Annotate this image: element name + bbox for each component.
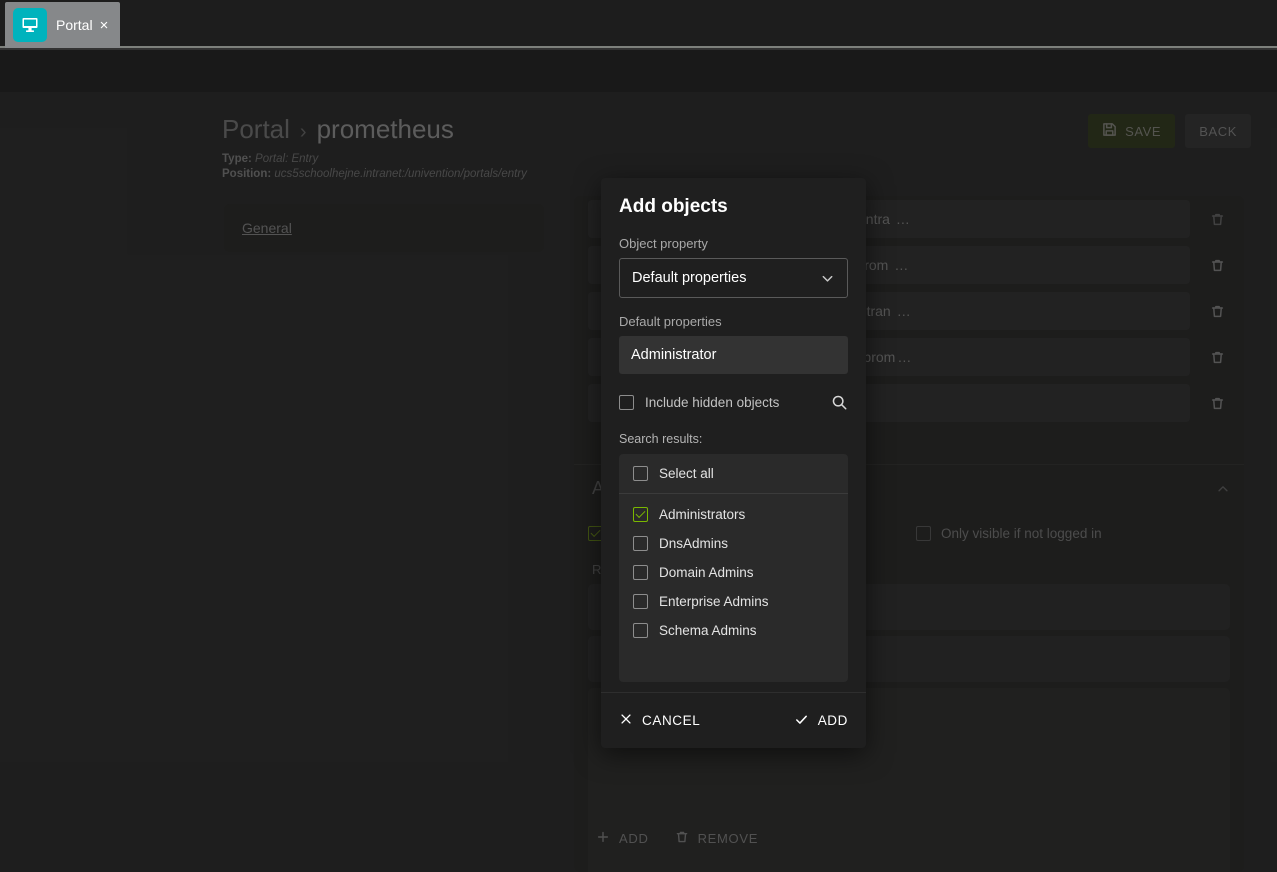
result-checkbox-2[interactable]: [633, 565, 648, 580]
result-checkbox-1[interactable]: [633, 536, 648, 551]
dialog-footer: CANCEL ADD: [601, 692, 866, 748]
dialog-title: Add objects: [619, 196, 728, 217]
dialog-add-button[interactable]: ADD: [794, 712, 848, 730]
result-checkbox-0[interactable]: [633, 507, 648, 522]
close-x-icon: [619, 712, 633, 729]
add-objects-dialog: Add objects Object property Default prop…: [601, 178, 866, 748]
include-hidden-label: Include hidden objects: [645, 394, 780, 410]
object-property-label: Object property: [619, 236, 708, 251]
result-list[interactable]: Administrators DnsAdmins Domain Admins E…: [619, 494, 848, 682]
check-icon: [794, 712, 809, 730]
close-icon[interactable]: ×: [96, 17, 112, 33]
dialog-body: Add objects Object property Default prop…: [601, 178, 866, 692]
select-all-label: Select all: [659, 466, 714, 481]
list-item[interactable]: Domain Admins: [619, 558, 848, 587]
select-all-checkbox[interactable]: [633, 466, 648, 481]
list-item[interactable]: DnsAdmins: [619, 529, 848, 558]
result-label-1: DnsAdmins: [659, 536, 729, 551]
object-property-select[interactable]: Default properties: [619, 258, 848, 298]
cancel-button[interactable]: CANCEL: [619, 712, 700, 729]
search-results-box: Select all Administrators DnsAdmins Doma…: [619, 454, 848, 682]
select-all-row[interactable]: Select all: [619, 454, 848, 494]
list-item[interactable]: Schema Admins: [619, 616, 848, 645]
result-checkbox-3[interactable]: [633, 594, 648, 609]
result-label-0: Administrators: [659, 507, 746, 522]
browser-tab-portal[interactable]: Portal ×: [5, 2, 120, 48]
result-label-3: Enterprise Admins: [659, 594, 769, 609]
browser-tab-strip: Portal ×: [0, 0, 1277, 48]
chevron-down-icon: [820, 271, 835, 286]
list-item[interactable]: Administrators: [619, 500, 848, 529]
default-properties-input[interactable]: [619, 336, 848, 374]
object-property-value: Default properties: [632, 270, 747, 286]
result-label-2: Domain Admins: [659, 565, 754, 580]
result-checkbox-4[interactable]: [633, 623, 648, 638]
cancel-button-label: CANCEL: [642, 713, 701, 728]
search-results-label: Search results:: [619, 432, 703, 446]
dialog-add-button-label: ADD: [817, 713, 848, 728]
search-icon[interactable]: [831, 394, 848, 411]
portal-monitor-icon: [13, 8, 47, 42]
default-properties-label: Default properties: [619, 314, 722, 329]
browser-tab-title: Portal: [56, 17, 93, 33]
list-item[interactable]: Enterprise Admins: [619, 587, 848, 616]
result-label-4: Schema Admins: [659, 623, 757, 638]
include-hidden-checkbox[interactable]: [619, 394, 634, 410]
include-hidden-row: Include hidden objects: [619, 390, 848, 414]
